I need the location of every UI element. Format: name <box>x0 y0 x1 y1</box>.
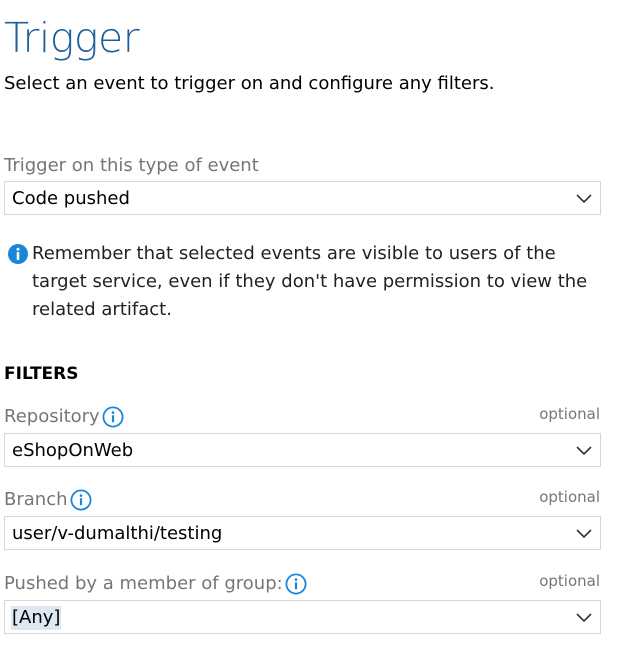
group-select[interactable]: [Any] <box>4 600 601 634</box>
chevron-down-icon <box>576 529 592 539</box>
repository-value: eShopOnWeb <box>12 440 134 461</box>
info-circle-icon <box>8 244 28 264</box>
group-label: Pushed by a member of group: <box>4 572 307 596</box>
branch-label-text: Branch <box>4 489 68 510</box>
branch-label: Branch <box>4 488 92 512</box>
branch-info-icon[interactable] <box>69 489 92 511</box>
page-subtitle: Select an event to trigger on and config… <box>4 73 495 94</box>
branch-optional-hint: optional <box>539 488 600 506</box>
permission-note-text: Remember that selected events are visibl… <box>32 243 588 320</box>
branch-value: user/v-dumalthi/testing <box>12 523 223 544</box>
event-type-value: Code pushed <box>12 188 130 209</box>
repository-optional-hint: optional <box>539 405 600 423</box>
event-type-select[interactable]: Code pushed <box>4 181 601 215</box>
branch-select[interactable]: user/v-dumalthi/testing <box>4 516 601 550</box>
repository-select[interactable]: eShopOnWeb <box>4 433 601 467</box>
filters-heading: FILTERS <box>4 364 79 384</box>
chevron-down-icon <box>576 194 592 204</box>
chevron-down-icon <box>576 613 592 623</box>
group-optional-hint: optional <box>539 572 600 590</box>
repository-info-icon[interactable] <box>102 406 124 428</box>
group-value: [Any] <box>11 606 62 630</box>
repository-label-text: Repository <box>4 406 100 427</box>
event-type-label: Trigger on this type of event <box>4 154 259 178</box>
page-title: Trigger <box>4 14 140 62</box>
repository-label: Repository <box>4 405 124 429</box>
group-info-icon[interactable] <box>285 573 307 595</box>
group-label-text: Pushed by a member of group: <box>4 573 283 594</box>
chevron-down-icon <box>576 446 592 456</box>
event-type-label-text: Trigger on this type of event <box>4 155 259 176</box>
